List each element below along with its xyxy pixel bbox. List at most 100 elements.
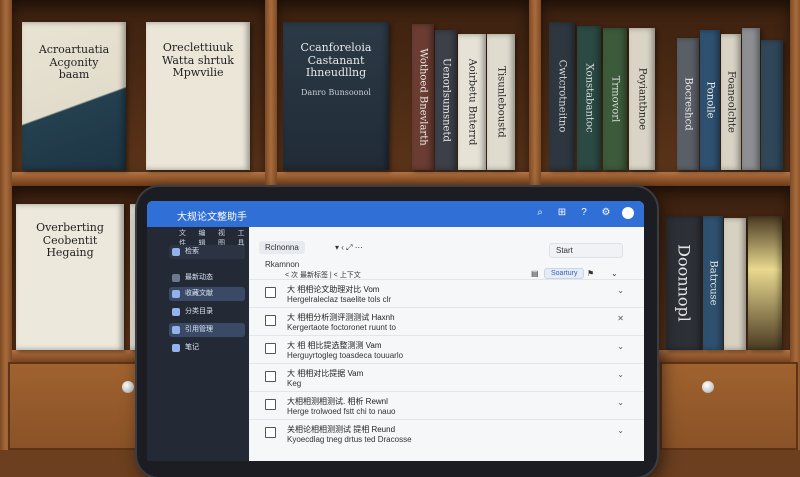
drawer-knob [702, 381, 714, 393]
row-checkbox[interactable] [265, 399, 276, 410]
search-icon[interactable]: ⌕ [534, 207, 546, 219]
sidebar-item-favorites[interactable]: 收藏文献 [169, 287, 245, 301]
row-subtitle: Herge trolwoed fstt chi to nauo [287, 407, 396, 416]
spine-label: Wothoed Bnevlarth [417, 48, 429, 146]
table-row[interactable]: 大相相测相测试. 相析 Rewnl Herge trolwoed fstt ch… [249, 391, 644, 420]
book-spine: Foaneolchte [721, 34, 741, 170]
book-cover: Ccanforeloia Castanant Ihneudllng Danro … [283, 22, 389, 170]
folder-icon [172, 274, 180, 282]
chevron-down-icon[interactable]: ⌄ [617, 370, 624, 379]
menu-edit[interactable]: 编辑 [199, 229, 211, 247]
row-subtitle: Keg [287, 379, 302, 388]
sidebar-item-label: 收藏文献 [185, 290, 213, 297]
table-row[interactable]: 大 相相分析测评测测试 Haxnh Kergertaote foctoronet… [249, 307, 644, 336]
toolbar-sub-tab[interactable]: Rkamnon [265, 260, 299, 269]
row-checkbox[interactable] [265, 287, 276, 298]
help-icon[interactable]: ? [578, 207, 590, 219]
book-spine: Cwtcrotneitno [549, 22, 575, 170]
row-title: 关相论相相测测试 提相 Reund [287, 425, 396, 434]
sidebar-search[interactable]: 检索 [169, 245, 245, 259]
row-subtitle: Hergelraleclaz tsaelite tols clr [287, 295, 392, 304]
book-spine: Wothoed Bnevlarth [412, 24, 434, 170]
menu-tools[interactable]: 工具 [238, 229, 250, 247]
table-row[interactable]: 关相论相相测测试 提相 Reund Kyoecdlag tneg drtus t… [249, 419, 644, 448]
sidebar-search-label: 检索 [185, 248, 199, 255]
row-checkbox[interactable] [265, 371, 276, 382]
spine-label: Doonnopl [674, 244, 694, 322]
shelf-divider [529, 0, 541, 190]
row-title: 大 相相对比提据 Vam [287, 369, 364, 378]
sidebar-item-label: 笔记 [185, 344, 199, 351]
drawer-right [660, 362, 798, 450]
row-title: 大相相测相测试. 相析 Rewnl [287, 397, 388, 406]
book-subtitle: Danro Bunsoonol [301, 87, 371, 97]
book-spine: Aoirbetu Bnterrd [458, 34, 486, 170]
row-subtitle: Kergertaote foctoronet ruunt to [287, 323, 396, 332]
chevron-down-icon[interactable]: ⌄ [611, 269, 618, 278]
table-row[interactable]: 大 相 相比提选整测测 Vam Herguyrtogleg toasdeca t… [249, 335, 644, 364]
spine-label: Aoirbetu Bnterrd [466, 58, 478, 146]
row-subtitle: Kyoecdlag tneg drtus ted Dracosse [287, 435, 412, 444]
spine-label: Trmovorl [609, 75, 621, 123]
toolbar-actions[interactable]: ▾ ‹ ⤢ ⋯ [335, 243, 363, 253]
settings-icon[interactable]: ⚙ [600, 207, 612, 219]
book-cover: Overberting Ceobentit Hegaing [16, 204, 124, 350]
avatar[interactable] [622, 207, 634, 219]
book-spine [724, 218, 746, 350]
sidebar-item-label: 引用管理 [185, 326, 213, 333]
menu-bar: 文件 编辑 视图 工具 [179, 229, 250, 247]
chevron-down-icon[interactable]: ⌄ [617, 286, 624, 295]
spine-label: Batrcuse [707, 260, 719, 306]
row-title: 大 相相分析测评测测试 Haxnh [287, 313, 395, 322]
shelf-board [0, 172, 800, 186]
sidebar-item-label: 分类目录 [185, 308, 213, 315]
close-icon[interactable]: ✕ [617, 314, 624, 323]
doc-icon[interactable]: ▤ [531, 269, 539, 278]
book-title: Acroartuatia Acgonity baam [38, 43, 110, 82]
star-icon [172, 290, 180, 298]
chevron-down-icon[interactable]: ⌄ [617, 426, 624, 435]
row-checkbox[interactable] [265, 343, 276, 354]
toolbar-tab[interactable]: Rclnonna [259, 241, 305, 254]
row-title: 大 相相论文助理对比 Vom [287, 285, 380, 294]
quote-icon [172, 326, 180, 334]
chevron-down-icon[interactable]: ⌄ [617, 398, 624, 407]
chevron-down-icon[interactable]: ⌄ [617, 342, 624, 351]
drawer-left [8, 362, 146, 450]
book-spine: Ponolle [700, 30, 720, 170]
spine-label: Foaneolchte [725, 71, 737, 133]
book-spine [742, 28, 760, 170]
sidebar-item-categories[interactable]: 分类目录 [169, 305, 245, 319]
book-spine: Uenorlsumsnetd [435, 30, 457, 170]
book-cover: Oreclettiuuk Watta shrtuk Mpwvilie [146, 22, 250, 170]
menu-view[interactable]: 视图 [218, 229, 230, 247]
app-header: 大规论文整助手 ⌕ ⊞ ? ⚙ [147, 201, 644, 227]
spine-label: Bocreshcd [682, 77, 694, 131]
book-title: Oreclettiuuk Watta shrtuk Mpwvilie [162, 41, 234, 80]
spine-label: Ponolle [704, 81, 716, 119]
spine-label: Tisunleboustd [495, 66, 507, 138]
menu-file[interactable]: 文件 [179, 229, 191, 247]
spine-label: Poyiantbnoe [636, 67, 648, 131]
row-subtitle: Herguyrtogleg toasdeca touuarlo [287, 351, 404, 360]
sidebar-item-citations[interactable]: 引用管理 [169, 323, 245, 337]
flag-icon[interactable]: ⚑ [587, 269, 594, 278]
table-row[interactable]: 大 相相对比提据 Vam Keg ⌄ [249, 363, 644, 392]
note-icon [172, 344, 180, 352]
book-spine [748, 216, 782, 350]
row-title: 大 相 相比提选整测测 Vam [287, 341, 382, 350]
spine-label: Cwtcrotneitno [556, 59, 568, 133]
book-spine [761, 40, 783, 170]
book-title: Ccanforeloia Castanant Ihneudllng [300, 41, 372, 80]
table-row[interactable]: 大 相相论文助理对比 Vom Hergelraleclaz tsaelite t… [249, 279, 644, 308]
book-spine: Doonnopl [666, 216, 702, 350]
row-checkbox[interactable] [265, 315, 276, 326]
row-checkbox[interactable] [265, 427, 276, 438]
shelf-divider [265, 0, 277, 190]
sort-dropdown[interactable]: Start [549, 243, 623, 258]
sort-button[interactable]: Soartury [544, 268, 585, 279]
grid-icon[interactable]: ⊞ [556, 207, 568, 219]
sidebar-item-notes[interactable]: 笔记 [169, 341, 245, 355]
book-spine: Trmovorl [603, 28, 627, 170]
spine-label: Uenorlsumsnetd [440, 58, 452, 142]
